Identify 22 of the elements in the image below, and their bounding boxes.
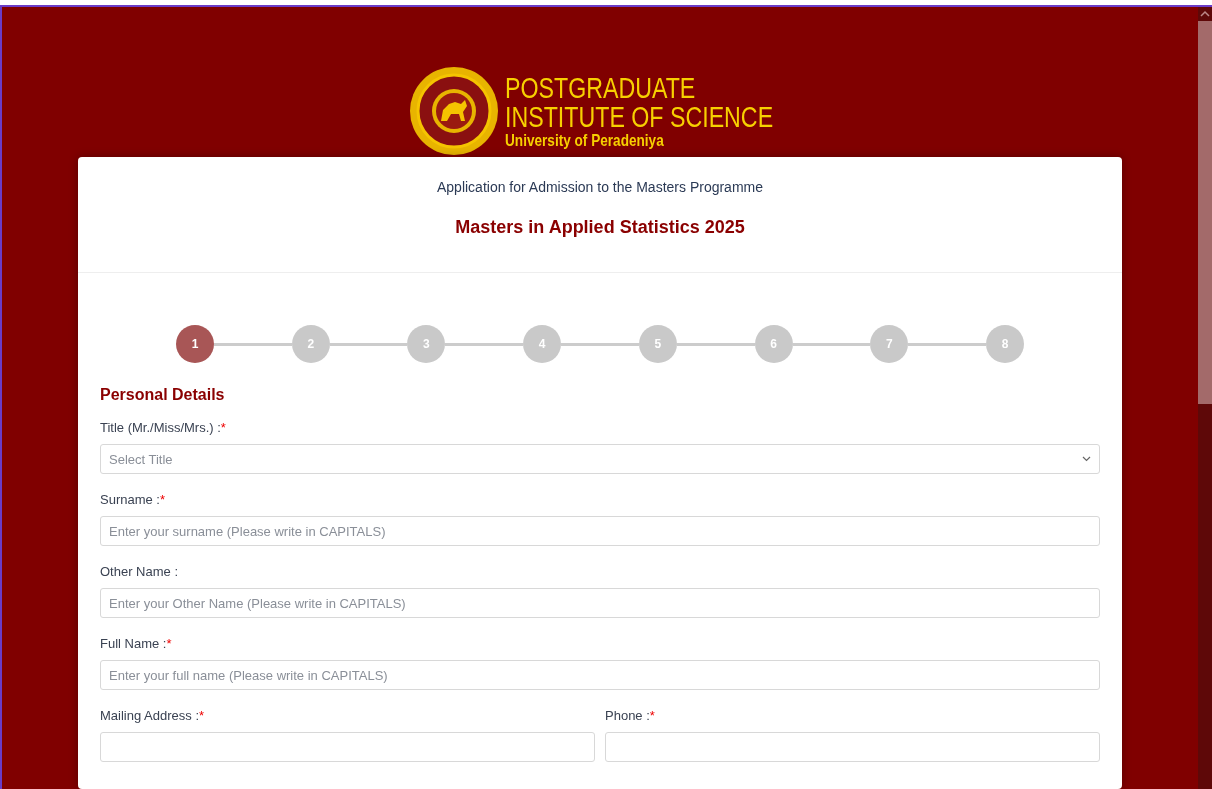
step-indicator[interactable]: 1	[176, 325, 214, 363]
text-input-field[interactable]: Enter your surname (Please write in CAPITALS)	[100, 516, 1100, 546]
section-title: Personal Details	[100, 386, 226, 404]
field-label: Other Name :	[100, 564, 180, 579]
logo-title: POSTGRADUATE	[505, 73, 697, 103]
text-input-field[interactable]: Enter your full name (Please write in CAPITALS)	[100, 660, 1100, 690]
text-input-field[interactable]	[100, 732, 595, 762]
text-input-field[interactable]: Enter your Other Name (Please write in CAPITALS)	[100, 588, 1100, 618]
field-label: Surname :*	[100, 492, 167, 507]
seal-icon	[409, 66, 500, 156]
logo-subtitle: University of Peradeniya	[505, 131, 666, 149]
chevron-down-icon	[1082, 456, 1091, 462]
field-label: Full Name :*	[100, 636, 173, 651]
field-label: Mailing Address :*	[100, 708, 206, 723]
title-dropdown[interactable]: Select Title	[100, 444, 1100, 474]
field-label: Phone :*	[605, 708, 656, 723]
scrollbar[interactable]	[1198, 7, 1212, 789]
field-label: Title (Mr./Miss/Mrs.) :*	[100, 420, 227, 435]
form-subtitle: Application for Admission to the Masters Programme	[436, 179, 764, 195]
form-title: Masters in Applied Statistics 2025	[454, 217, 746, 238]
text-input-field[interactable]	[605, 732, 1100, 762]
logo-title: INSTITUTE OF SCIENCE	[505, 102, 774, 132]
